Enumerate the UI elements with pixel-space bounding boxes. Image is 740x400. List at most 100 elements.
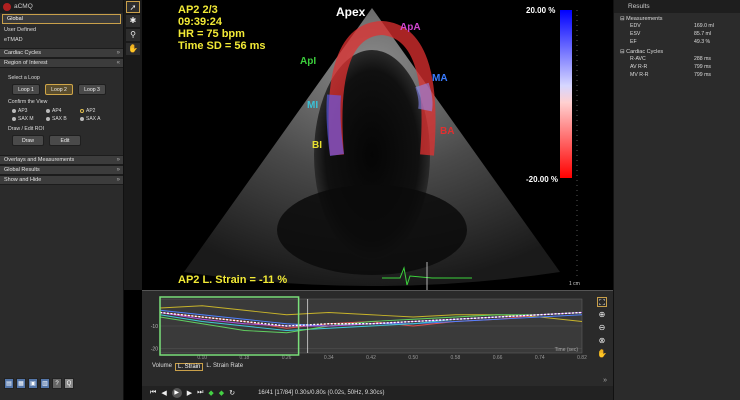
loop-toggle-icon[interactable]: ↻ (229, 389, 235, 397)
radio-dot (12, 117, 16, 121)
section-show-hide[interactable]: Show and Hide » (0, 175, 123, 185)
radio-label: AP3 (18, 108, 28, 114)
section-label: Show and Hide (4, 177, 42, 183)
result-value: 85.7 ml (694, 31, 712, 37)
nav-item-etmad[interactable]: eTMAD (0, 35, 123, 45)
segment-label-api: ApI (300, 56, 317, 67)
chart-x-tick-label: 0.58 (451, 355, 461, 361)
section-global-results[interactable]: Global Results » (0, 165, 123, 175)
pan-hand-icon[interactable]: ✋ (597, 349, 607, 359)
chevron-down-icon: » (116, 167, 120, 173)
section-label: Global Results (4, 167, 40, 173)
radio-label: SAX B (52, 116, 67, 122)
result-label: AV R-R (630, 64, 648, 70)
results-titlebar: Results (614, 0, 740, 13)
playback-bar: ⏮ ◀ ▶ ▶ ⏭ ◆ ◆ ↻ 16/41 [17/84] 0.30s/0.80… (142, 386, 613, 400)
edit-button[interactable]: Edit (49, 135, 81, 146)
chart-y-tick-label: -10 (151, 324, 158, 330)
view-radio-ap2[interactable]: AP2 (80, 108, 114, 114)
result-row: EF 49.3 % (614, 38, 740, 46)
draw-edit-label: Draw / Edit ROI (8, 126, 45, 132)
result-row: MV R-R 799 ms (614, 71, 740, 79)
save-icon[interactable]: ▣ (28, 378, 38, 389)
section-overlays[interactable]: Overlays and Measurements » (0, 155, 123, 165)
prev-frame-icon[interactable]: ◀ (161, 389, 166, 397)
exit-icon[interactable]: Q (64, 378, 74, 389)
chevron-down-icon: » (116, 177, 120, 183)
result-label: ESV (630, 31, 641, 37)
chevron-down-icon: » (116, 157, 120, 163)
pointer-tool-icon[interactable]: ➚ (126, 1, 140, 13)
collapse-icon: ⊟ (620, 49, 625, 55)
pan-hand-icon[interactable]: ✋ (126, 43, 140, 55)
play-button[interactable]: ▶ (171, 388, 182, 398)
screenshot-icon[interactable]: ▤ (4, 378, 14, 389)
results-title: Results (628, 3, 650, 10)
nav-item-global[interactable]: Global (2, 14, 121, 24)
roi-body: Select a Loop Loop 1 Loop 2 Loop 3 Confi… (0, 68, 123, 154)
result-value: 288 ms (694, 56, 712, 62)
chart-collapse-icon[interactable]: » (603, 377, 607, 384)
color-bar-max-label: 20.00 % (526, 6, 556, 15)
fit-icon[interactable]: ⛶ (597, 297, 607, 307)
chart-tab-l-strain-rate[interactable]: L. Strain Rate (206, 363, 243, 371)
view-radio-sax-m[interactable]: SAX M (12, 116, 46, 122)
radio-dot (46, 117, 50, 121)
chart-tab-volume-label: Volume (152, 363, 173, 369)
zoom-out-icon[interactable]: ⊖ (597, 323, 607, 333)
chart-tab-l-strain[interactable]: L. Strain (175, 363, 204, 371)
view-radio-sax-a[interactable]: SAX A (80, 116, 114, 122)
result-value: 799 ms (694, 72, 712, 78)
app-title: aCMQ (14, 3, 33, 10)
clock-time-label: 09:39:24 (178, 16, 223, 28)
chart-x-tick-label: 0.34 (324, 355, 334, 361)
radio-label: SAX A (86, 116, 101, 122)
export-icon[interactable]: ▥ (40, 378, 50, 389)
app-logo-icon (3, 2, 11, 11)
result-label: EF (630, 39, 637, 45)
view-radio-sax-b[interactable]: SAX B (46, 116, 80, 122)
loop-1-button[interactable]: Loop 1 (12, 84, 40, 95)
view-radio-ap4[interactable]: AP4 (46, 108, 80, 114)
zoom-in-icon[interactable]: ⊕ (597, 310, 607, 320)
segment-label-apa: ApA (400, 22, 421, 33)
zoom-reset-icon[interactable]: ⊗ (597, 336, 607, 346)
chart-x-tick-label: 0.10 (197, 355, 207, 361)
zoom-tool-icon[interactable]: ⚲ (126, 29, 140, 41)
view-radio-ap3[interactable]: AP3 (12, 108, 46, 114)
section-cardiac-cycles[interactable]: Cardiac Cycles » (0, 48, 123, 58)
result-label: MV R-R (630, 72, 649, 78)
radio-dot (46, 109, 50, 113)
last-frame-icon[interactable]: ⏭ (197, 389, 203, 397)
radio-label: AP4 (52, 108, 62, 114)
loop-end-icon[interactable]: ◆ (219, 389, 224, 397)
chart-y-tick-label: -20 (151, 347, 158, 353)
time-sd-label: Time SD = 56 ms (178, 40, 266, 52)
chart-x-tick-label: 0.50 (408, 355, 418, 361)
help-icon[interactable]: ? (52, 378, 62, 389)
draw-button[interactable]: Draw (12, 135, 44, 146)
results-panel: Results ⊟ Measurements EDV 169.0 ml ESV 85… (613, 0, 740, 400)
echo-image-viewport[interactable]: AP2 2/3 09:39:24 HR = 75 bpm Time SD = 5… (142, 0, 613, 290)
brightness-tool-icon[interactable]: ✱ (126, 15, 140, 27)
chart-x-tick-label: 0.82 (577, 355, 587, 361)
loop-2-button[interactable]: Loop 2 (45, 84, 73, 95)
radio-dot-selected (80, 109, 84, 113)
chart-x-tick-label: 0.66 (493, 355, 503, 361)
loop-3-button[interactable]: Loop 3 (78, 84, 106, 95)
roi-septal-segment (326, 94, 344, 156)
nav-item-user-defined[interactable]: User Defined (0, 25, 123, 35)
strain-chart[interactable]: -10 -20 0.10 0.18 0.26 0.34 0.42 0.50 0.58 0.66 0.… (142, 291, 613, 363)
next-frame-icon[interactable]: ▶ (187, 389, 192, 397)
chevron-down-icon: » (116, 50, 120, 56)
left-panel: aCMQ Global User Defined eTMAD Cardiac C… (0, 0, 124, 400)
chevron-up-icon: « (116, 60, 120, 66)
section-region-of-interest[interactable]: Region of Interest « (0, 58, 123, 68)
app-titlebar: aCMQ (0, 0, 123, 13)
section-label: Region of Interest (4, 60, 48, 66)
first-frame-icon[interactable]: ⏮ (150, 389, 156, 397)
chart-x-tick-label: 0.74 (535, 355, 545, 361)
result-value: 799 ms (694, 64, 712, 70)
loop-start-icon[interactable]: ◆ (208, 389, 213, 397)
report-icon[interactable]: ▦ (16, 378, 26, 389)
